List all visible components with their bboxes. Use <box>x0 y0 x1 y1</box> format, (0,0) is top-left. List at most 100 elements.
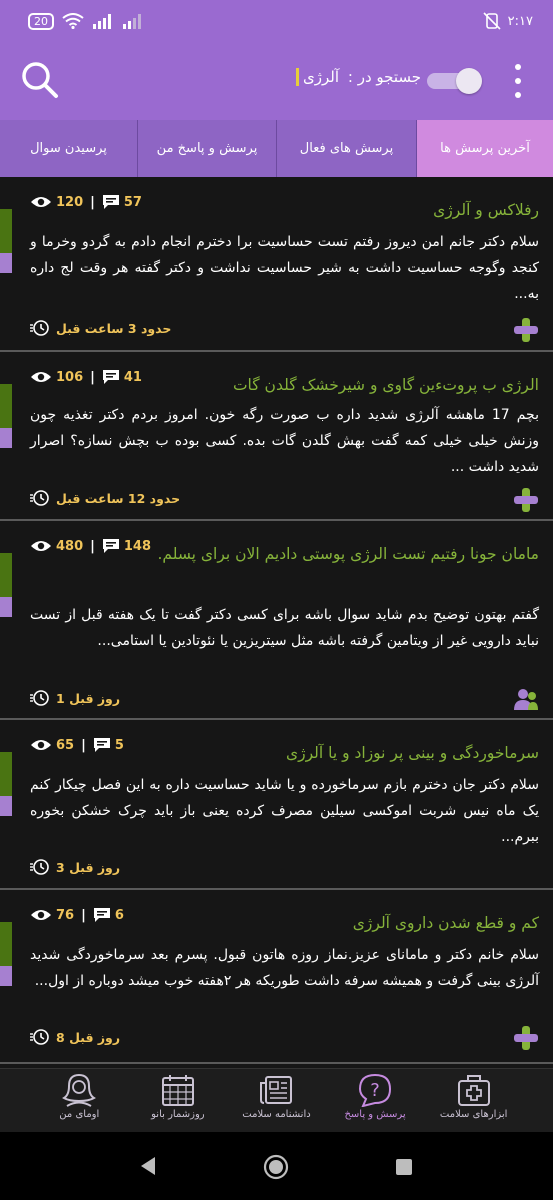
stats-divider: | <box>90 194 95 210</box>
time-label: حدود 12 ساعت قبل <box>56 490 181 506</box>
card-accent <box>0 253 12 273</box>
vibrate-off-icon <box>483 12 501 30</box>
profile-icon <box>62 1073 97 1107</box>
search-button[interactable] <box>20 60 60 100</box>
search-scope-toggle[interactable] <box>422 68 482 94</box>
question-stats: 106 | 41 <box>30 369 142 385</box>
question-card[interactable]: رفلاکس و آلرژی 120 | 57 سلام دکتر جانم ا… <box>0 177 553 352</box>
comment-icon <box>93 738 110 752</box>
stats-divider: | <box>90 369 95 385</box>
question-title[interactable]: سرماخوردگی و بینی پر نوزاد و یا آلرژی <box>139 738 539 768</box>
svg-text:?: ? <box>370 1080 380 1101</box>
question-title[interactable]: الرژی ب پروت‌ءین گاوی و شیرخشک گلدن گات <box>139 370 539 400</box>
question-card[interactable]: مامان جونا رفتیم تست الرژی پوستی دادیم ا… <box>0 521 553 720</box>
question-card[interactable]: سرماخوردگی و بینی پر نوزاد و یا آلرژی 65… <box>0 720 553 890</box>
clock-icon <box>30 490 49 506</box>
bottom-navigation: ابزارهای سلامت ? پرسش و پاسخ دانشنامه سل… <box>0 1068 553 1132</box>
status-right: ۲:۱۷ <box>482 12 533 30</box>
medkit-icon <box>457 1075 490 1106</box>
question-excerpt: گفتم بهتون توضیح بدم شاید سوال باشه برای… <box>30 607 539 649</box>
clock-icon <box>30 320 49 336</box>
tab-ask-question[interactable]: پرسیدن سوال <box>0 120 137 177</box>
clock-icon <box>30 690 49 706</box>
question-time: 8 روز قبل <box>30 1028 120 1046</box>
users-icon <box>514 689 538 710</box>
nav-label: اومای من <box>59 1109 100 1120</box>
recents-icon[interactable] <box>395 1158 413 1176</box>
nav-label: پرسش و پاسخ <box>344 1109 406 1120</box>
search-scope-value[interactable]: آلرژی <box>296 68 339 86</box>
question-time: حدود 3 ساعت قبل <box>30 319 171 337</box>
question-time: 1 روز قبل <box>30 689 120 707</box>
views-count: 480 <box>56 538 84 554</box>
nav-health-tools[interactable]: ابزارهای سلامت <box>434 1069 514 1132</box>
back-icon[interactable] <box>139 1156 157 1176</box>
nav-my-profile[interactable]: اومای من <box>39 1069 119 1132</box>
card-accent <box>0 966 12 986</box>
question-stats: 65 | 5 <box>30 737 124 753</box>
home-icon[interactable] <box>263 1154 289 1180</box>
comments-count: 57 <box>123 194 142 210</box>
comment-icon <box>102 195 119 209</box>
time-label: 8 روز قبل <box>56 1029 121 1045</box>
app-bar: آلرژی جستجو در : <box>0 42 553 120</box>
time-label: 3 روز قبل <box>56 859 121 875</box>
cross-icon <box>514 488 538 512</box>
card-accent <box>0 209 12 253</box>
card-accent <box>0 384 12 428</box>
wifi-icon <box>62 13 84 29</box>
question-stats: 480 | 148 <box>30 538 151 554</box>
question-excerpt: بچم 17 ماهشه آلرژی شدید داره ب صورت رگه … <box>30 407 539 475</box>
eye-icon <box>31 372 51 382</box>
search-icon <box>22 62 58 98</box>
nav-questions-answers[interactable]: ? پرسش و پاسخ <box>335 1069 415 1132</box>
comments-count: 5 <box>114 737 124 753</box>
clock-icon <box>30 859 49 875</box>
comments-count: 148 <box>123 538 152 554</box>
card-accent <box>0 428 12 448</box>
status-left: 20 <box>28 12 144 30</box>
question-card[interactable]: الرژی ب پروت‌ءین گاوی و شیرخشک گلدن گات … <box>0 352 553 521</box>
comments-count: 41 <box>123 369 142 385</box>
cross-icon <box>514 1026 538 1050</box>
card-accent <box>0 597 12 617</box>
more-vertical-icon-dot <box>515 92 521 98</box>
status-bar: 20 ۲:۱۷ <box>0 0 553 42</box>
card-accent <box>0 796 12 816</box>
question-card[interactable]: کم و قطع شدن داروی آلرژی 76 | 6 سلام خان… <box>0 890 553 1064</box>
question-title[interactable]: مامان جونا رفتیم تست الرژی پوستی دادیم ا… <box>139 539 539 569</box>
question-title[interactable]: کم و قطع شدن داروی آلرژی <box>139 908 539 938</box>
question-excerpt: سلام خانم دکتر و مامانای عزیز.نماز روزه … <box>30 947 539 989</box>
tab-latest-questions[interactable]: آخرین پرسش ها <box>416 120 553 177</box>
question-stats: 76 | 6 <box>30 907 124 923</box>
overflow-menu-button[interactable] <box>510 64 526 98</box>
newspaper-icon <box>260 1076 293 1104</box>
stats-divider: | <box>81 907 86 923</box>
question-time: 3 روز قبل <box>30 858 120 876</box>
nav-lady-calendar[interactable]: روزشمار بانو <box>138 1069 218 1132</box>
cross-icon <box>514 318 538 342</box>
nav-health-encyclopedia[interactable]: دانشنامه سلامت <box>236 1069 316 1132</box>
calendar-icon <box>161 1075 194 1106</box>
question-feed: رفلاکس و آلرژی 120 | 57 سلام دکتر جانم ا… <box>0 177 553 1064</box>
stats-divider: | <box>81 737 86 753</box>
views-count: 106 <box>56 369 84 385</box>
question-stats: 120 | 57 <box>30 194 142 210</box>
question-title[interactable]: رفلاکس و آلرژی <box>139 195 539 225</box>
comment-icon <box>102 370 119 384</box>
nav-label: روزشمار بانو <box>151 1109 205 1120</box>
signal-icon <box>93 14 111 29</box>
tab-active-questions[interactable]: پرسش های فعال <box>276 120 416 177</box>
eye-icon <box>31 740 51 750</box>
eye-icon <box>31 910 51 920</box>
comment-icon <box>93 908 110 922</box>
search-scope-label: جستجو در : <box>347 68 421 86</box>
tab-my-questions[interactable]: پرسش و پاسخ من <box>137 120 276 177</box>
views-count: 76 <box>56 907 75 923</box>
tab-bar: آخرین پرسش ها پرسش های فعال پرسش و پاسخ … <box>0 120 553 177</box>
nav-label: دانشنامه سلامت <box>242 1109 311 1120</box>
eye-icon <box>31 541 51 551</box>
time-label: 1 روز قبل <box>56 690 121 706</box>
question-icon: ? <box>359 1073 392 1107</box>
clock-icon <box>30 1029 49 1045</box>
